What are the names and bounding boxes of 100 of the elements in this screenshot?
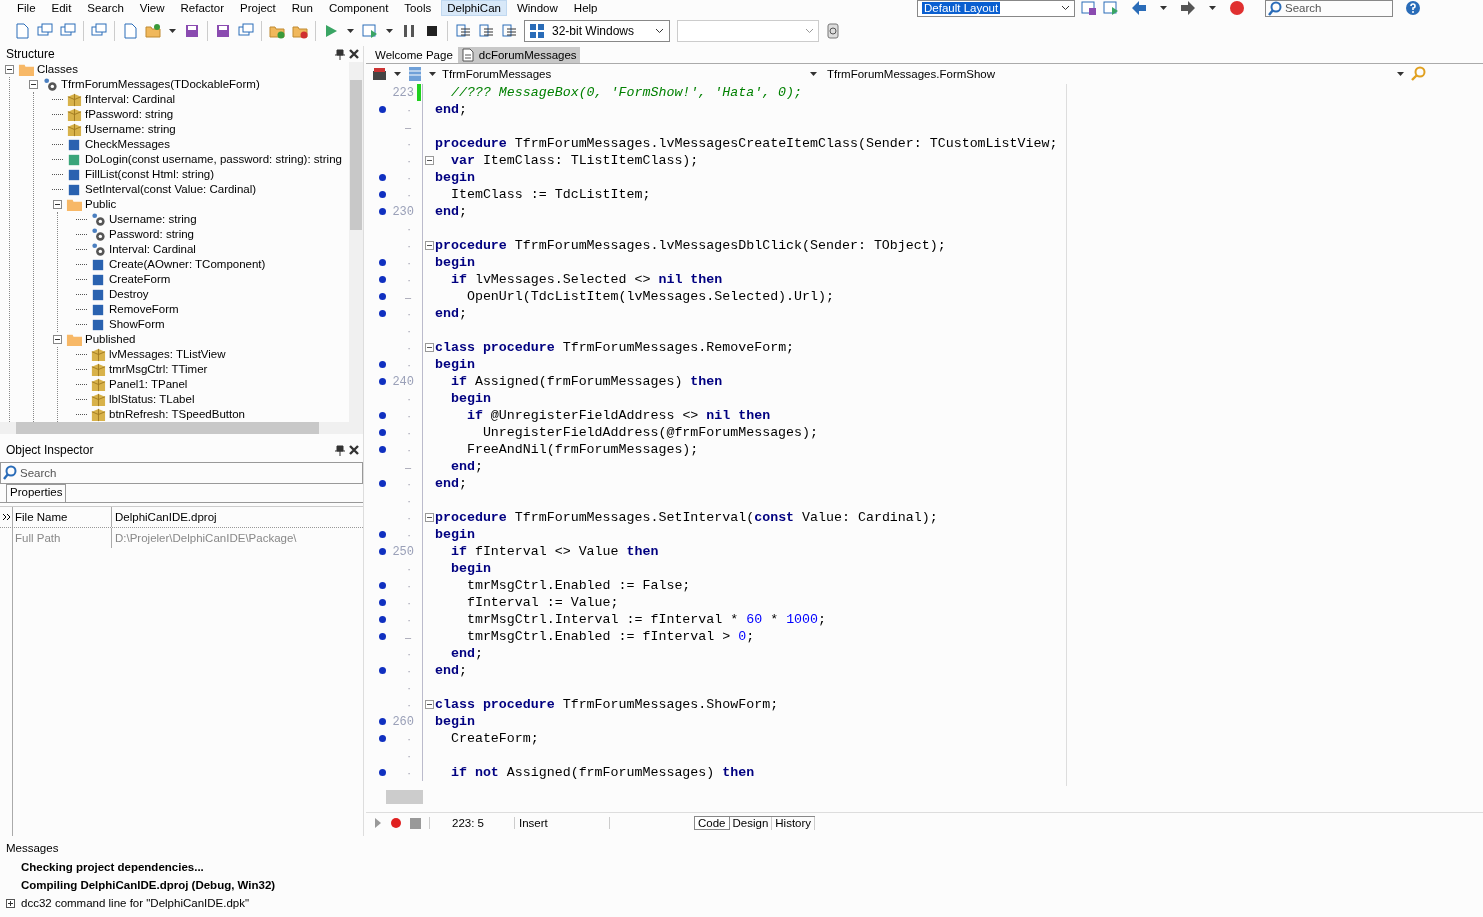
breakpoint-dot-icon[interactable] — [379, 293, 386, 300]
breakpoint-dot-icon[interactable] — [379, 208, 386, 215]
pin-icon[interactable] — [335, 48, 345, 60]
breakpoint-dot-icon[interactable] — [379, 718, 386, 725]
play-icon[interactable] — [374, 817, 382, 829]
breakpoint-dot-icon[interactable] — [379, 412, 386, 419]
breakpoint-dot-icon[interactable] — [379, 735, 386, 742]
save-icon[interactable] — [215, 23, 231, 39]
scrollbar[interactable] — [0, 422, 363, 434]
menu-item[interactable]: Project — [235, 1, 281, 15]
breakpoint-dot-icon[interactable] — [379, 446, 386, 453]
menu-item[interactable]: Component — [323, 1, 394, 15]
tree-item[interactable]: ShowForm — [109, 317, 165, 332]
menu-item[interactable]: Edit — [46, 1, 77, 15]
collapse-icon[interactable] — [424, 513, 434, 522]
tree-item[interactable]: DoLogin(const username, password: string): string — [85, 152, 342, 167]
help-icon[interactable] — [1405, 0, 1421, 16]
breakpoint-dot-icon[interactable] — [379, 582, 386, 589]
record-icon[interactable] — [390, 817, 402, 829]
message-text[interactable]: Checking project dependencies... — [21, 861, 204, 873]
list-icon[interactable] — [407, 66, 423, 82]
breakpoint-dot-icon[interactable] — [379, 259, 386, 266]
caret-icon[interactable] — [346, 27, 355, 35]
property-value[interactable]: DelphiCanIDE.dproj — [112, 511, 217, 523]
tree-item[interactable]: fPassword: string — [85, 107, 174, 122]
close-icon[interactable] — [349, 445, 359, 455]
tree-item[interactable]: Interval: Cardinal — [109, 242, 196, 257]
caret-icon[interactable] — [393, 70, 402, 78]
tree-item[interactable]: Destroy — [109, 287, 149, 302]
caret-icon[interactable] — [1208, 4, 1217, 12]
breakpoint-dot-icon[interactable] — [379, 531, 386, 538]
menu-item[interactable]: DelphiCan — [442, 1, 506, 15]
folder-add-icon[interactable] — [269, 23, 285, 39]
view-tab[interactable]: Code — [694, 817, 730, 830]
breakpoint-dot-icon[interactable] — [379, 616, 386, 623]
collapse-icon[interactable] — [53, 335, 62, 344]
caret-icon[interactable] — [428, 70, 437, 78]
breakpoint-dot-icon[interactable] — [379, 276, 386, 283]
breakpoint-dot-icon[interactable] — [379, 633, 386, 640]
menu-item[interactable]: Tools — [399, 1, 437, 15]
stop-icon[interactable] — [424, 23, 440, 39]
tree-item[interactable]: SetInterval(const Value: Cardinal) — [85, 182, 257, 197]
windows-icon[interactable] — [60, 23, 76, 39]
tree-item[interactable]: TfrmForumMessages(TDockableForm) — [61, 77, 260, 92]
expand-icon[interactable] — [6, 898, 15, 908]
breakpoint-dot-icon[interactable] — [379, 361, 386, 368]
tab[interactable]: Properties — [6, 484, 67, 502]
breakpoint-dot-icon[interactable] — [379, 667, 386, 674]
tree-item[interactable]: Create(AOwner: TComponent) — [109, 257, 266, 272]
menu-item[interactable]: Window — [511, 1, 563, 15]
tree-item[interactable]: CheckMessages — [85, 137, 170, 152]
tree-item[interactable]: fInterval: Cardinal — [85, 92, 176, 107]
menu-item[interactable]: View — [134, 1, 170, 15]
caret-icon[interactable] — [1159, 4, 1168, 12]
tree-item[interactable]: fUsername: string — [85, 122, 176, 137]
breakpoint-dot-icon[interactable] — [379, 548, 386, 555]
menu-item[interactable]: Help — [568, 1, 603, 15]
layout-dropdown[interactable]: Default Layout — [917, 0, 1075, 17]
view-tab[interactable]: History — [772, 817, 816, 830]
back-arrow-icon[interactable] — [1131, 0, 1147, 16]
collapse-icon[interactable] — [5, 65, 14, 74]
new-file-icon[interactable] — [122, 23, 138, 39]
breakpoint-dot-icon[interactable] — [379, 174, 386, 181]
class-dropdown[interactable]: TfrmForumMessages — [442, 68, 804, 80]
message-text[interactable]: Compiling DelphiCanIDE.dproj (Debug, Win32) — [21, 879, 276, 891]
caret-icon[interactable] — [809, 70, 818, 78]
tree-item[interactable]: FillList(const Html: string) — [85, 167, 215, 182]
new-file-icon[interactable] — [14, 23, 30, 39]
tree-item[interactable]: Classes — [37, 62, 78, 77]
tree-item[interactable]: tmrMsgCtrl: TTimer — [109, 362, 208, 377]
list-icon[interactable] — [455, 23, 471, 39]
menu-item[interactable]: File — [12, 1, 41, 15]
method-dropdown[interactable]: TfrmForumMessages.FormShow — [827, 68, 1387, 80]
tree-item[interactable]: Password: string — [109, 227, 194, 242]
breakpoint-dot-icon[interactable] — [379, 599, 386, 606]
windows-icon[interactable] — [91, 23, 107, 39]
collapse-icon[interactable] — [424, 241, 434, 250]
platform-dropdown[interactable]: 32-bit Windows — [524, 20, 670, 42]
tree-item[interactable]: Username: string — [109, 212, 197, 227]
tree-item[interactable]: Published — [85, 332, 136, 347]
close-icon[interactable] — [349, 49, 359, 59]
collapse-icon[interactable] — [424, 343, 434, 352]
collapse-icon[interactable] — [424, 700, 434, 709]
tree-item[interactable]: Public — [85, 197, 117, 212]
breakpoint-dot-icon[interactable] — [379, 429, 386, 436]
save-layout-icon[interactable] — [1081, 0, 1097, 16]
run-window-icon[interactable] — [362, 23, 378, 39]
breakpoint-dot-icon[interactable] — [379, 310, 386, 317]
collapse-icon[interactable] — [424, 156, 434, 165]
save-icon[interactable] — [184, 23, 200, 39]
windows-icon[interactable] — [238, 23, 254, 39]
caret-icon[interactable] — [385, 27, 394, 35]
search-field[interactable]: Search — [1265, 0, 1393, 17]
tree-item[interactable]: CreateForm — [109, 272, 171, 287]
books-icon[interactable] — [372, 66, 388, 82]
run-layout-icon[interactable] — [1103, 0, 1119, 16]
badge-icon[interactable] — [1229, 0, 1245, 16]
tree-item[interactable]: RemoveForm — [109, 302, 179, 317]
breakpoint-dot-icon[interactable] — [379, 378, 386, 385]
editor-tab[interactable]: dcForumMessages — [457, 47, 580, 63]
